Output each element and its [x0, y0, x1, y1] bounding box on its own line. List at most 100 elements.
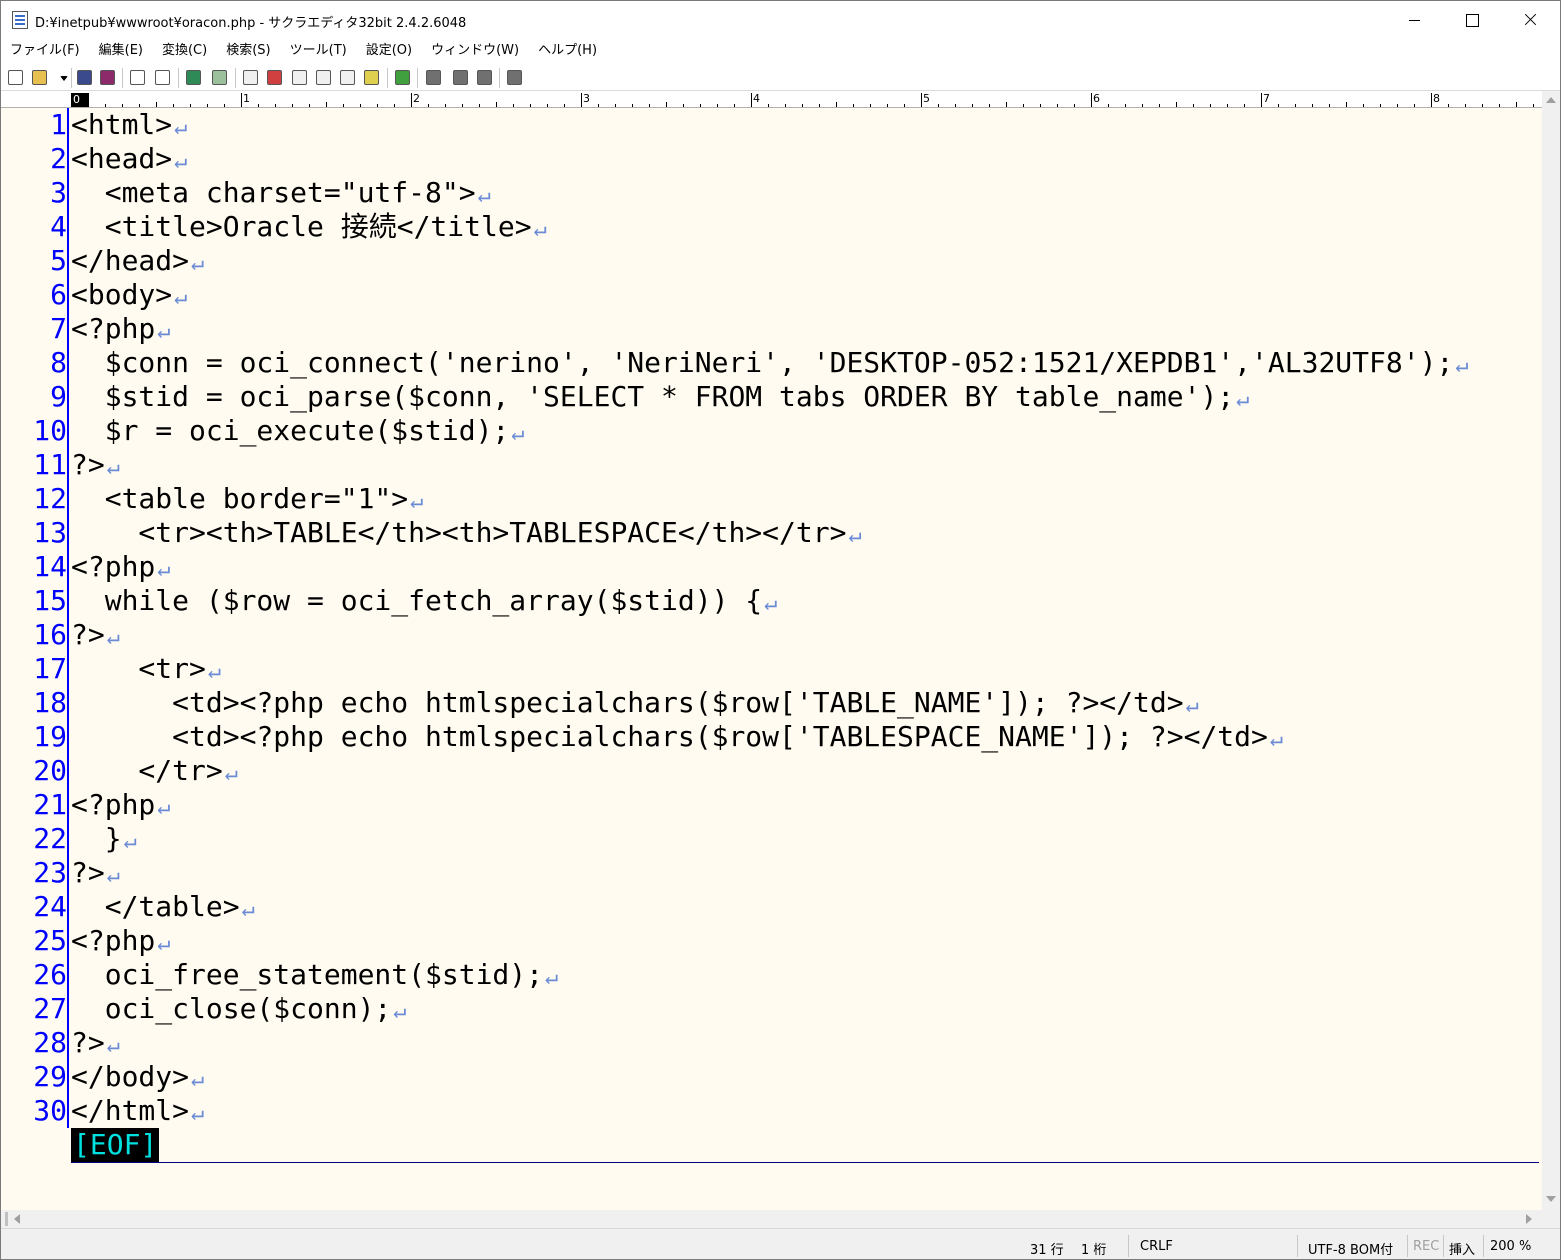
line-number[interactable]: 21 [11, 788, 67, 822]
line-number[interactable]: 14 [11, 550, 67, 584]
code-line[interactable]: <html>↵ [71, 108, 187, 142]
app-notepad-icon[interactable] [12, 11, 28, 29]
line-number[interactable]: 17 [11, 652, 67, 686]
text-editor[interactable]: 1 2 3 4 5 6 7 8 9 10 11 12 13 14 15 16 17 18 19 20 21 22 23 24 2… [1, 108, 1542, 1210]
horizontal-scrollbar[interactable] [1, 1210, 1542, 1228]
line-number[interactable]: 1 [11, 108, 67, 142]
line-number[interactable]: 5 [11, 244, 67, 278]
line-number[interactable]: 19 [11, 720, 67, 754]
line-number[interactable]: 16 [11, 618, 67, 652]
outline-icon[interactable] [394, 69, 412, 87]
line-number[interactable]: 26 [11, 958, 67, 992]
menu-edit[interactable]: 編集(E) [99, 39, 143, 63]
code-line[interactable]: while ($row = oci_fetch_array($stid)) {↵ [71, 584, 778, 618]
line-number[interactable]: 24 [11, 890, 67, 924]
code-line[interactable]: ?>↵ [71, 618, 120, 652]
code-line[interactable]: <meta charset="utf-8">↵ [71, 176, 491, 210]
settings-icon[interactable] [506, 69, 524, 87]
code-line[interactable]: $stid = oci_parse($conn, 'SELECT * FROM … [71, 380, 1250, 414]
code-line[interactable]: <title>Oracle 接続</title>↵ [71, 210, 547, 244]
line-number[interactable]: 3 [11, 176, 67, 210]
scroll-down-icon[interactable] [1546, 1196, 1556, 1202]
code-line[interactable]: </tr>↵ [71, 754, 238, 788]
split-view-icon[interactable] [425, 69, 443, 87]
grep-icon[interactable] [363, 69, 381, 87]
forward-jump-icon[interactable] [211, 69, 229, 87]
code-line[interactable]: <body>↵ [71, 278, 187, 312]
code-line[interactable]: <?php↵ [71, 312, 171, 346]
line-number[interactable]: 10 [11, 414, 67, 448]
scroll-up-icon[interactable] [1546, 97, 1556, 103]
line-number[interactable]: 27 [11, 992, 67, 1026]
code-line[interactable]: <?php↵ [71, 924, 171, 958]
status-insert-mode[interactable]: 挿入 [1449, 1239, 1475, 1258]
scroll-left-icon[interactable] [14, 1214, 20, 1224]
code-line[interactable]: <tr><th>TABLE</th><th>TABLESPACE</th></t… [71, 516, 861, 550]
maximize-icon[interactable] [1443, 1, 1501, 39]
line-number[interactable]: 2 [11, 142, 67, 176]
search-down-icon[interactable] [266, 69, 284, 87]
code-line[interactable]: </body>↵ [71, 1060, 204, 1094]
code-line[interactable]: <?php↵ [71, 550, 171, 584]
code-line[interactable]: <td><?php echo htmlspecialchars($row['TA… [71, 720, 1283, 754]
undo-icon[interactable] [129, 69, 147, 87]
line-number[interactable]: 22 [11, 822, 67, 856]
line-number[interactable]: 4 [11, 210, 67, 244]
new-file-icon[interactable] [7, 69, 25, 87]
menu-window[interactable]: ウィンドウ(W) [431, 39, 519, 63]
line-number[interactable]: 29 [11, 1060, 67, 1094]
minimize-icon[interactable] [1385, 1, 1443, 39]
column-ruler[interactable]: 0 1 2 3 4 5 6 7 8 [1, 91, 1542, 108]
menu-search[interactable]: 検索(S) [226, 39, 270, 63]
mark-icon[interactable] [339, 69, 357, 87]
scroll-right-icon[interactable] [1526, 1214, 1532, 1224]
code-line[interactable]: ?>↵ [71, 856, 120, 890]
line-number[interactable]: 20 [11, 754, 67, 788]
line-number[interactable]: 6 [11, 278, 67, 312]
code-line[interactable]: $conn = oci_connect('nerino', 'NeriNeri'… [71, 346, 1469, 380]
menu-file[interactable]: ファイル(F) [10, 39, 80, 63]
code-line[interactable]: <table border="1">↵ [71, 482, 424, 516]
code-line[interactable]: ?>↵ [71, 1026, 120, 1060]
code-line[interactable]: oci_free_statement($stid);↵ [71, 958, 559, 992]
menu-help[interactable]: ヘルプ(H) [538, 39, 597, 63]
redo-icon[interactable] [154, 69, 172, 87]
code-line[interactable]: </html>↵ [71, 1094, 204, 1128]
status-newline[interactable]: CRLF [1140, 1239, 1173, 1254]
line-number[interactable]: 13 [11, 516, 67, 550]
line-number[interactable]: 9 [11, 380, 67, 414]
line-number[interactable]: 25 [11, 924, 67, 958]
vertical-scrollbar[interactable] [1542, 91, 1560, 1210]
code-line[interactable]: }↵ [71, 822, 137, 856]
close-icon[interactable] [1501, 1, 1559, 39]
back-jump-icon[interactable] [185, 69, 203, 87]
code-line[interactable]: <?php↵ [71, 788, 171, 822]
save-icon[interactable] [76, 69, 94, 87]
line-number[interactable]: 15 [11, 584, 67, 618]
line-number[interactable]: 12 [11, 482, 67, 516]
line-number[interactable]: 7 [11, 312, 67, 346]
code-line[interactable]: $r = oci_execute($stid);↵ [71, 414, 525, 448]
replace-icon[interactable] [315, 69, 333, 87]
code-line[interactable]: <td><?php echo htmlspecialchars($row['TA… [71, 686, 1199, 720]
menu-tools[interactable]: ツール(T) [290, 39, 347, 63]
line-number[interactable]: 28 [11, 1026, 67, 1060]
code-line[interactable]: <tr>↵ [71, 652, 221, 686]
horizontal-scroll-thumb[interactable] [5, 1212, 8, 1226]
compare-icon[interactable] [452, 69, 470, 87]
code-line[interactable]: ?>↵ [71, 448, 120, 482]
title-bar[interactable]: D:¥inetpub¥wwwroot¥oracon.php - サクラエディタ3… [1, 1, 1560, 39]
line-number[interactable]: 23 [11, 856, 67, 890]
status-zoom[interactable]: 200 % [1490, 1239, 1531, 1254]
line-number[interactable]: 8 [11, 346, 67, 380]
code-line[interactable]: oci_close($conn);↵ [71, 992, 407, 1026]
status-encoding[interactable]: UTF-8 BOM付 [1308, 1239, 1393, 1258]
line-number[interactable]: 30 [11, 1094, 67, 1128]
search-up-icon[interactable] [291, 69, 309, 87]
line-number[interactable]: 11 [11, 448, 67, 482]
open-file-icon[interactable] [31, 69, 49, 87]
code-line[interactable]: </table>↵ [71, 890, 255, 924]
line-number-gutter[interactable]: 1 2 3 4 5 6 7 8 9 10 11 12 13 14 15 16 17 18 19 20 21 22 23 24 2… [1, 108, 67, 1128]
save-all-icon[interactable] [99, 69, 117, 87]
search-icon[interactable] [242, 69, 260, 87]
